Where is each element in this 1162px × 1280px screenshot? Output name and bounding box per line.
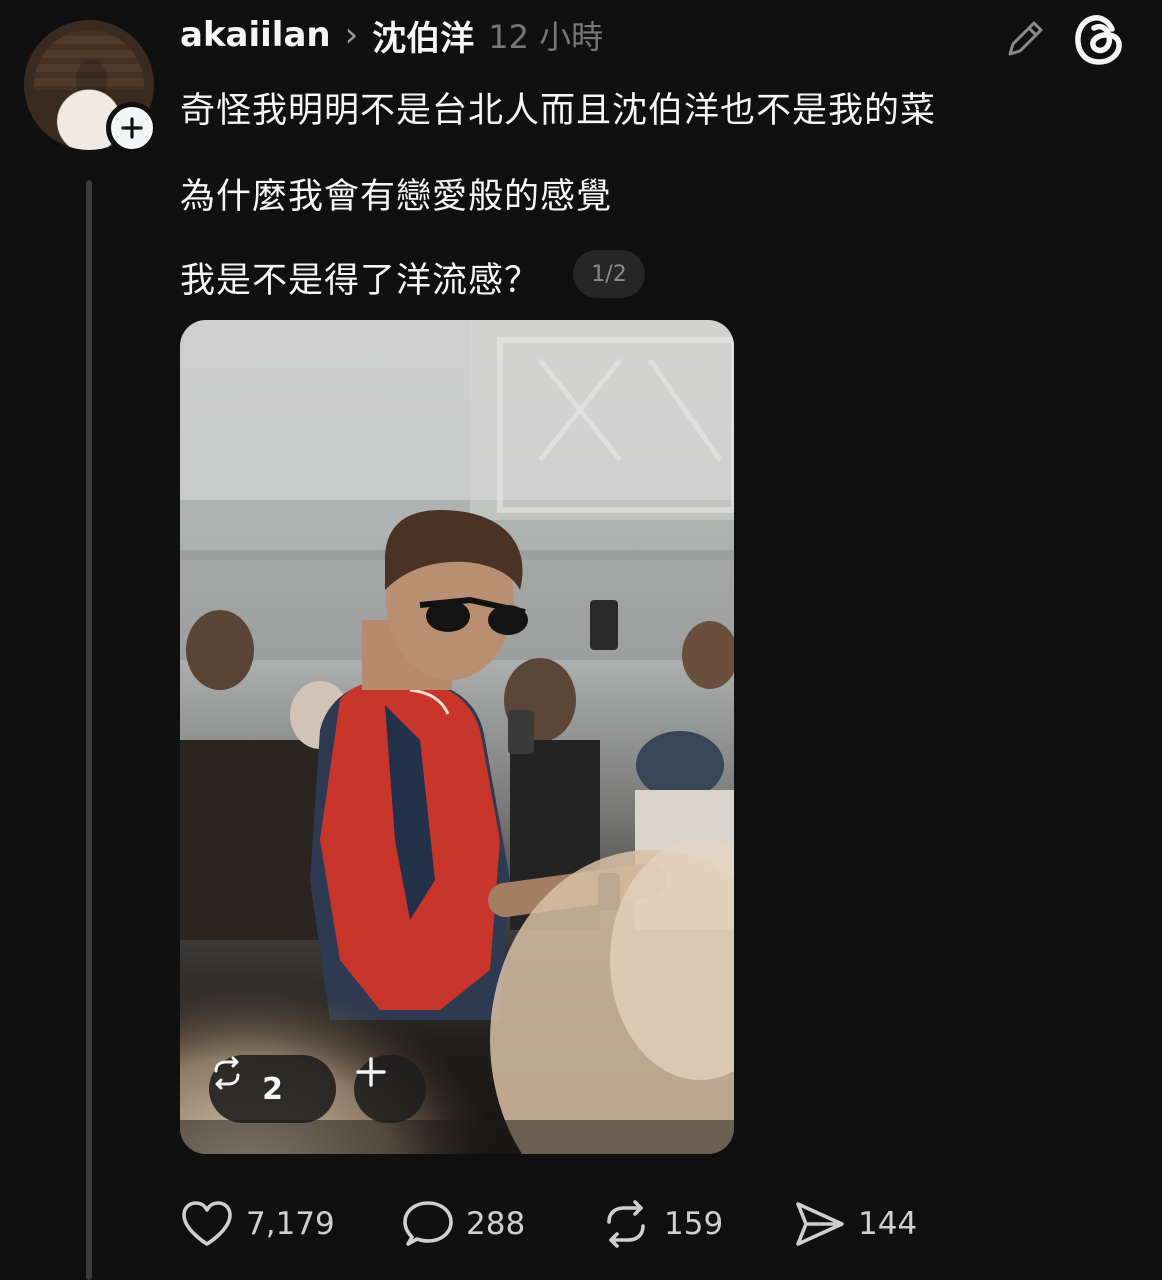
photo-scene xyxy=(180,320,734,1154)
heart-icon xyxy=(182,1201,232,1246)
post-header: akaiilan › 沈伯洋 12 小時 xyxy=(180,11,604,60)
repost-icon xyxy=(607,1200,645,1248)
threads-logo-icon[interactable] xyxy=(1072,12,1126,68)
author-username[interactable]: akaiilan xyxy=(180,15,331,55)
media-repost-button[interactable]: 2 xyxy=(209,1055,336,1123)
comment-icon xyxy=(403,1201,453,1246)
repost-count: 159 xyxy=(664,1206,724,1242)
post-text-line-3: 我是不是得了洋流感？ xyxy=(180,261,541,301)
media-add-button[interactable] xyxy=(354,1055,426,1123)
like-button[interactable]: 7,179 xyxy=(180,1196,335,1252)
share-count: 144 xyxy=(858,1206,918,1242)
threads-post-screen: akaiilan › 沈伯洋 12 小時 奇怪我明明不是台北人而且沈伯洋也不是我… xyxy=(0,0,1162,1280)
post-timestamp: 12 小時 xyxy=(488,18,604,56)
send-icon xyxy=(796,1202,844,1246)
post-text-line-2: 為什麼我會有戀愛般的感覺 xyxy=(180,177,613,217)
reply-count: 288 xyxy=(466,1206,526,1242)
post-photo[interactable]: 2 xyxy=(180,320,734,1154)
reply-button[interactable]: 288 xyxy=(402,1196,525,1252)
like-count: 7,179 xyxy=(246,1206,335,1242)
repost-icon xyxy=(214,1056,240,1090)
post-text-line-1: 奇怪我明明不是台北人而且沈伯洋也不是我的菜 xyxy=(180,91,937,131)
repost-button[interactable]: 159 xyxy=(600,1196,723,1252)
plus-icon xyxy=(356,1057,386,1087)
share-button[interactable]: 144 xyxy=(794,1196,917,1252)
reply-chevron: › xyxy=(344,15,359,55)
follow-button[interactable] xyxy=(106,102,158,154)
author-avatar[interactable] xyxy=(24,20,158,154)
media-repost-count: 2 xyxy=(262,1071,283,1107)
page-indicator: 1/2 xyxy=(573,250,645,298)
plus-icon xyxy=(121,117,143,139)
pencil-icon[interactable] xyxy=(1000,14,1050,64)
thread-connector-line xyxy=(86,180,92,1280)
reply-to-username[interactable]: 沈伯洋 xyxy=(372,11,474,60)
